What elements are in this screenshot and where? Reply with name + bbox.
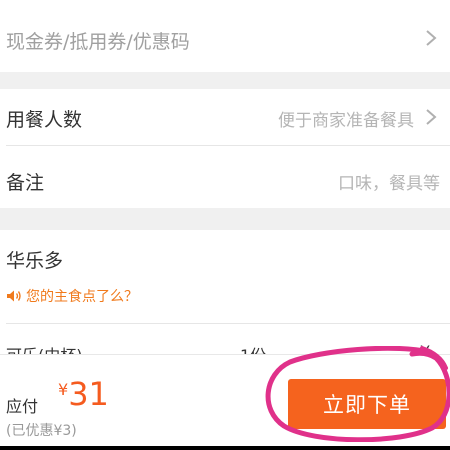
order-item-row: 可乐(中杯) 1份 ¥ — [0, 324, 450, 354]
speaker-icon — [7, 290, 21, 302]
diners-hint: 便于商家准备餐具 — [278, 111, 414, 131]
coupon-label: 现金券/抵用券/优惠码 — [6, 31, 190, 53]
diners-label: 用餐人数 — [6, 109, 83, 131]
item-price: ¥ — [420, 342, 431, 354]
section-gap — [0, 208, 450, 230]
notes-label: 备注 — [6, 172, 45, 194]
chevron-right-icon — [426, 109, 437, 125]
shop-name: 华乐多 — [6, 250, 64, 272]
system-nav-strip — [0, 446, 450, 450]
item-quantity: 1份 — [240, 342, 266, 354]
diners-row[interactable]: 用餐人数 便于商家准备餐具 — [0, 89, 450, 145]
chevron-right-icon — [426, 30, 437, 46]
coupon-row[interactable]: 现金券/抵用券/优惠码 — [0, 0, 450, 72]
currency-symbol: ¥ — [58, 380, 69, 399]
shop-section: 华乐多 您的主食点了么？ — [0, 230, 450, 323]
notes-row[interactable]: 备注 口味，餐具等 — [0, 146, 450, 208]
bottom-bar: 应付 ¥31 (已优惠¥3) 立即下单 — [0, 354, 450, 446]
staple-tip-text: 您的主食点了么？ — [26, 289, 138, 305]
staple-tip[interactable]: 您的主食点了么？ — [6, 286, 138, 306]
notes-input[interactable]: 口味，餐具等 — [338, 169, 440, 194]
pay-label: 应付 — [6, 397, 39, 416]
discount-text: (已优惠¥3) — [6, 423, 77, 439]
pay-amount: ¥31 — [58, 375, 109, 413]
place-order-button[interactable]: 立即下单 — [288, 379, 446, 429]
item-name: 可乐(中杯) — [6, 342, 83, 354]
amount-value: 31 — [68, 375, 109, 413]
section-gap — [0, 72, 450, 89]
